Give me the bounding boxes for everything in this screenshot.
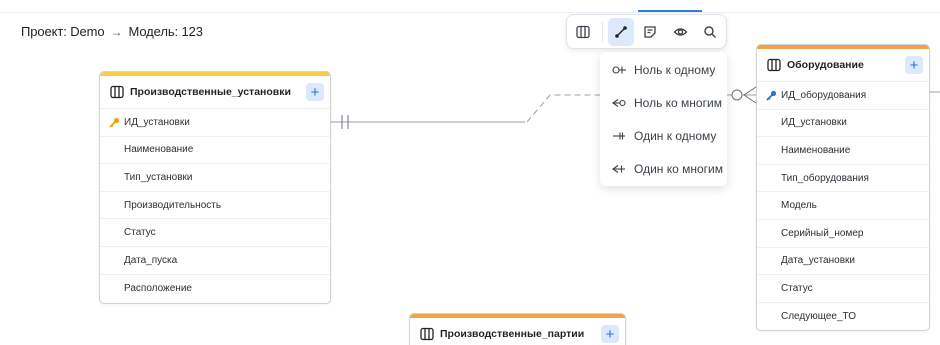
entity-title: Производственные_установки bbox=[130, 86, 291, 98]
entity-header[interactable]: Производственные_установки + bbox=[100, 76, 330, 109]
one-to-one-icon bbox=[613, 132, 625, 140]
field-name: Расположение bbox=[124, 282, 192, 294]
field-row[interactable]: Производительность bbox=[100, 192, 330, 220]
optional-marker bbox=[731, 89, 743, 101]
view-button[interactable] bbox=[667, 18, 694, 46]
field-row[interactable]: Модель bbox=[757, 192, 929, 220]
field-row[interactable]: Статус bbox=[757, 275, 929, 303]
add-field-button[interactable]: + bbox=[601, 325, 619, 343]
field-row[interactable]: Дата_пуска bbox=[100, 247, 330, 275]
field-row[interactable]: Наименование bbox=[757, 137, 929, 165]
field-row[interactable]: Расположение bbox=[100, 275, 330, 303]
field-name: ИД_установки bbox=[781, 117, 847, 129]
entity-installations[interactable]: Производственные_установки + ИД_установк… bbox=[99, 71, 331, 304]
relation-icon bbox=[615, 25, 627, 38]
table-icon bbox=[420, 327, 434, 341]
menu-item-label: Ноль к одному bbox=[634, 63, 716, 77]
entity-title: Производственные_партии bbox=[440, 328, 585, 340]
note-icon bbox=[644, 25, 657, 38]
field-row[interactable]: ИД_оборудования bbox=[757, 82, 929, 110]
field-row[interactable]: ИД_установки bbox=[757, 110, 929, 138]
field-row[interactable]: Тип_оборудования bbox=[757, 165, 929, 193]
toolbar-divider bbox=[601, 21, 603, 42]
field-name: Дата_пуска bbox=[124, 254, 178, 266]
entity-header[interactable]: Производственные_партии + bbox=[410, 318, 625, 345]
menu-item-label: Один ко многим bbox=[634, 162, 724, 176]
menu-item-one-to-one[interactable]: Один к одному bbox=[612, 126, 716, 146]
table-icon bbox=[767, 58, 781, 72]
field-row[interactable]: Тип_установки bbox=[100, 164, 330, 192]
entity-equipment[interactable]: Оборудование + ИД_оборудования ИД_установ… bbox=[756, 44, 930, 331]
field-name: Наименование bbox=[781, 144, 851, 156]
field-list: ИД_установки Наименование Тип_установки Про… bbox=[100, 109, 330, 302]
field-row[interactable]: Наименование bbox=[100, 137, 330, 165]
field-name: ИД_установки bbox=[124, 116, 190, 128]
menu-item-one-to-many[interactable]: Один ко многим bbox=[612, 159, 723, 179]
entity-title: Оборудование bbox=[787, 59, 864, 71]
field-name: Производительность bbox=[124, 199, 222, 211]
search-icon bbox=[703, 25, 716, 38]
add-field-button[interactable]: + bbox=[306, 83, 324, 101]
field-name: Тип_оборудования bbox=[781, 172, 869, 184]
key-icon bbox=[766, 90, 777, 101]
relation-line-dashed bbox=[526, 94, 600, 123]
field-name: Модель bbox=[781, 200, 817, 212]
eye-icon bbox=[673, 27, 687, 36]
field-name: ИД_оборудования bbox=[781, 89, 867, 101]
canvas-toolbar bbox=[566, 14, 727, 49]
key-icon bbox=[109, 117, 120, 128]
field-name: Тип_установки bbox=[124, 171, 193, 183]
add-note-button[interactable] bbox=[637, 18, 664, 46]
menu-item-label: Один к одному bbox=[634, 129, 717, 143]
entity-header[interactable]: Оборудование + bbox=[757, 49, 929, 82]
zero-to-one-icon bbox=[612, 66, 626, 74]
entity-production-batches[interactable]: Производственные_партии + bbox=[409, 313, 626, 345]
zero-to-many-icon bbox=[612, 99, 626, 107]
menu-item-zero-to-many[interactable]: Ноль ко многим bbox=[612, 93, 722, 113]
field-name: Статус bbox=[124, 227, 156, 239]
relation-type-menu: Ноль к одному Ноль ко многим Один к одно… bbox=[600, 52, 727, 186]
one-to-many-icon bbox=[612, 165, 625, 173]
field-list: ИД_оборудования ИД_установки Наименование Т… bbox=[757, 82, 929, 330]
add-table-button[interactable] bbox=[570, 18, 597, 46]
field-name: Следующее_ТО bbox=[781, 311, 856, 323]
field-row[interactable]: Статус bbox=[100, 219, 330, 247]
table-icon bbox=[576, 25, 590, 38]
field-row[interactable]: Следующее_ТО bbox=[757, 303, 929, 330]
field-name: Дата_установки bbox=[781, 255, 855, 267]
field-row[interactable]: ИД_установки bbox=[100, 109, 330, 137]
add-relation-button[interactable] bbox=[607, 17, 635, 46]
field-name: Статус bbox=[781, 282, 813, 294]
field-name: Наименование bbox=[124, 144, 194, 156]
field-name: Серийный_номер bbox=[781, 227, 864, 239]
menu-item-label: Ноль ко многим bbox=[634, 96, 722, 110]
table-icon bbox=[110, 85, 124, 99]
search-button[interactable] bbox=[696, 18, 723, 46]
field-row[interactable]: Дата_установки bbox=[757, 248, 929, 276]
field-row[interactable]: Серийный_номер bbox=[757, 220, 929, 248]
menu-item-zero-to-one[interactable]: Ноль к одному bbox=[612, 60, 715, 80]
add-field-button[interactable]: + bbox=[905, 56, 923, 74]
